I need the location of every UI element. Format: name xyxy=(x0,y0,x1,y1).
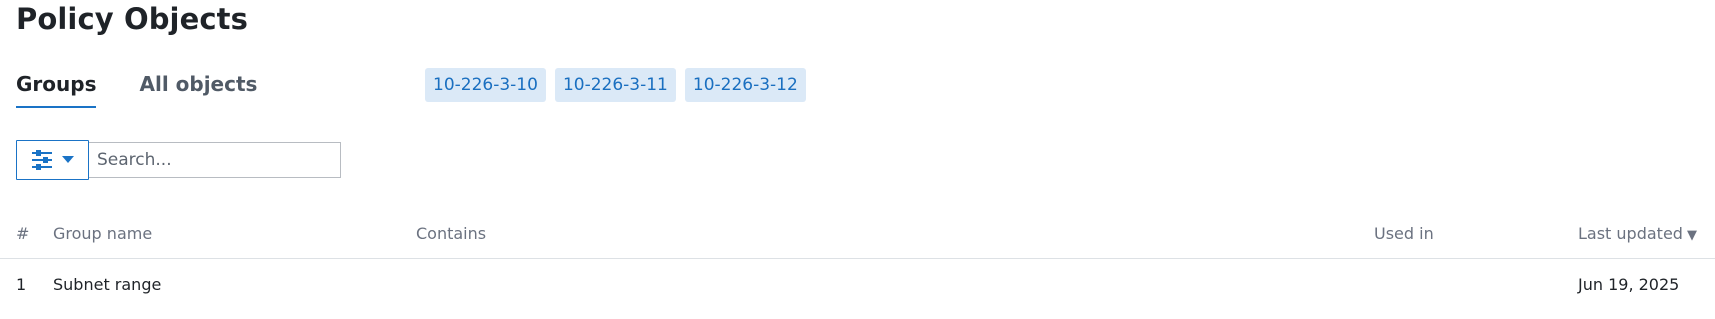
column-header-last-updated-label: Last updated xyxy=(1578,224,1683,243)
object-tag[interactable]: 10-226-3-11 xyxy=(554,68,676,102)
column-header-used-in: Used in xyxy=(1374,224,1434,243)
object-tag[interactable]: 10-226-3-12 xyxy=(684,68,806,102)
table-row[interactable]: 1 Subnet range Jun 19, 2025 xyxy=(0,259,1715,319)
filter-dropdown-button[interactable] xyxy=(16,140,89,180)
tab-all-objects[interactable]: All objects xyxy=(139,70,257,106)
group-name-cell: Subnet range xyxy=(53,275,162,294)
search-input[interactable] xyxy=(89,142,341,178)
contains-tags: 10-226-3-10 10-226-3-11 10-226-3-12 xyxy=(425,68,806,102)
sort-descending-icon: ▼ xyxy=(1686,228,1697,243)
object-tag[interactable]: 10-226-3-10 xyxy=(425,68,546,102)
column-header-contains: Contains xyxy=(416,224,487,243)
last-updated-cell: Jun 19, 2025 xyxy=(1578,275,1680,294)
sliders-icon xyxy=(31,150,53,170)
toolbar xyxy=(16,140,341,180)
caret-down-icon xyxy=(62,156,74,164)
column-header-group-name: Group name xyxy=(53,224,153,243)
tab-groups[interactable]: Groups xyxy=(16,70,97,108)
column-header-index: # xyxy=(16,224,30,243)
column-header-last-updated[interactable]: Last updated ▼ xyxy=(1578,224,1697,243)
groups-table: # Group name Contains Used in Last updat… xyxy=(0,214,1715,319)
policy-objects-page: Policy Objects Groups All objects Search… xyxy=(0,0,1715,319)
row-index: 1 xyxy=(16,275,27,294)
page-title: Policy Objects xyxy=(16,2,248,36)
table-header: # Group name Contains Used in Last updat… xyxy=(0,214,1715,259)
tab-bar: Groups All objects xyxy=(16,70,300,114)
